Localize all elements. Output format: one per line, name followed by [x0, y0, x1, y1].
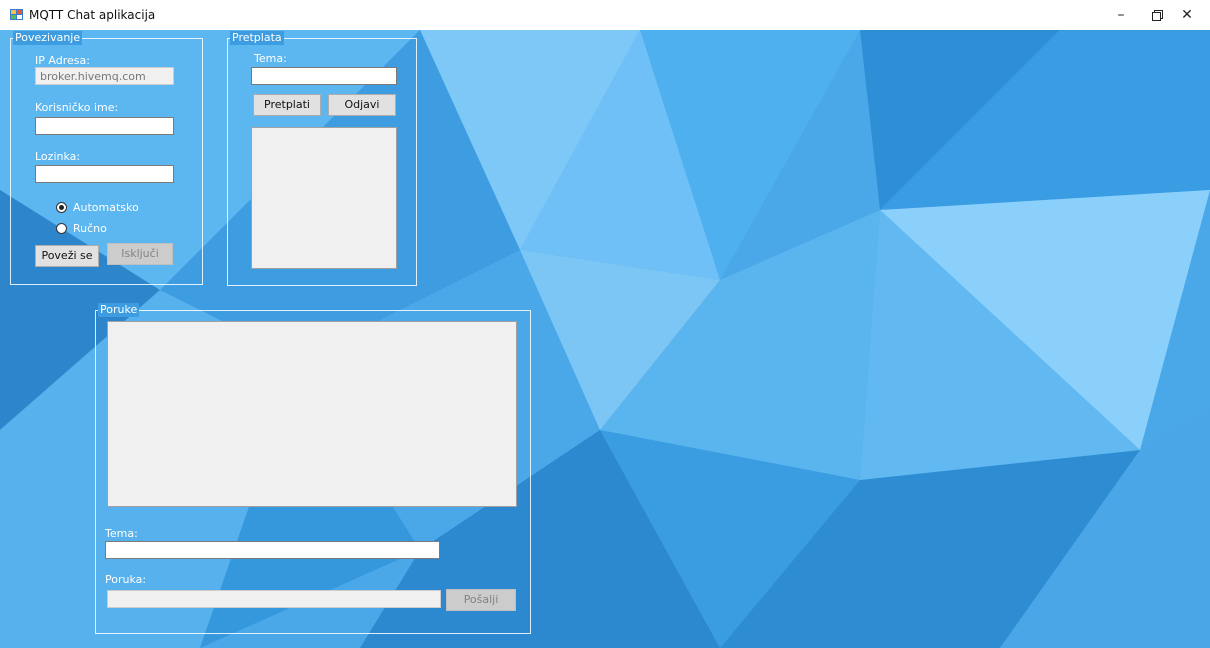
- connect-button[interactable]: Poveži se: [35, 245, 99, 267]
- radio-manual-indicator: [56, 223, 67, 234]
- username-label: Korisničko ime:: [35, 101, 119, 114]
- message-topic-input[interactable]: [105, 541, 440, 559]
- connection-group-title: Povezivanje: [13, 31, 83, 45]
- subscription-topic-label: Tema:: [254, 52, 287, 65]
- password-label: Lozinka:: [35, 150, 81, 163]
- client-area: Povezivanje IP Adresa: Korisničko ime: L…: [0, 30, 1210, 648]
- message-input[interactable]: [107, 590, 441, 608]
- radio-manual[interactable]: Ručno: [56, 222, 156, 235]
- disconnect-button[interactable]: Isključi: [107, 243, 173, 265]
- messages-list[interactable]: [107, 321, 517, 507]
- username-input[interactable]: [35, 117, 174, 135]
- connection-group: Povezivanje IP Adresa: Korisničko ime: L…: [10, 31, 203, 285]
- radio-automatic-indicator: [56, 202, 67, 213]
- radio-automatic[interactable]: Automatsko: [56, 201, 156, 214]
- messages-group: Poruke Tema: Poruka: Pošalji: [95, 303, 531, 634]
- subscription-topic-input[interactable]: [251, 67, 397, 85]
- app-icon: [10, 9, 23, 20]
- radio-manual-label: Ručno: [73, 222, 107, 235]
- radio-automatic-label: Automatsko: [73, 201, 139, 214]
- send-button[interactable]: Pošalji: [446, 589, 516, 611]
- subscription-group-title: Pretplata: [230, 31, 284, 45]
- messages-group-title: Poruke: [98, 303, 140, 317]
- window-title: MQTT Chat aplikacija: [29, 8, 156, 22]
- unsubscribe-button[interactable]: Odjavi: [328, 94, 396, 116]
- close-icon: ✕: [1181, 7, 1193, 23]
- message-label: Poruka:: [105, 573, 147, 586]
- password-input[interactable]: [35, 165, 174, 183]
- close-button[interactable]: ✕: [1164, 0, 1210, 30]
- subscribe-button[interactable]: Pretplati: [253, 94, 321, 116]
- ip-address-input[interactable]: [35, 67, 174, 85]
- message-topic-label: Tema:: [105, 527, 138, 540]
- restore-icon: [1151, 10, 1163, 21]
- ip-label: IP Adresa:: [35, 54, 90, 67]
- subscribed-topics-list[interactable]: [251, 127, 397, 269]
- minimize-icon: –: [1117, 7, 1125, 23]
- title-bar: MQTT Chat aplikacija – ✕: [0, 0, 1210, 30]
- subscription-group: Pretplata Tema: Pretplati Odjavi: [227, 31, 417, 286]
